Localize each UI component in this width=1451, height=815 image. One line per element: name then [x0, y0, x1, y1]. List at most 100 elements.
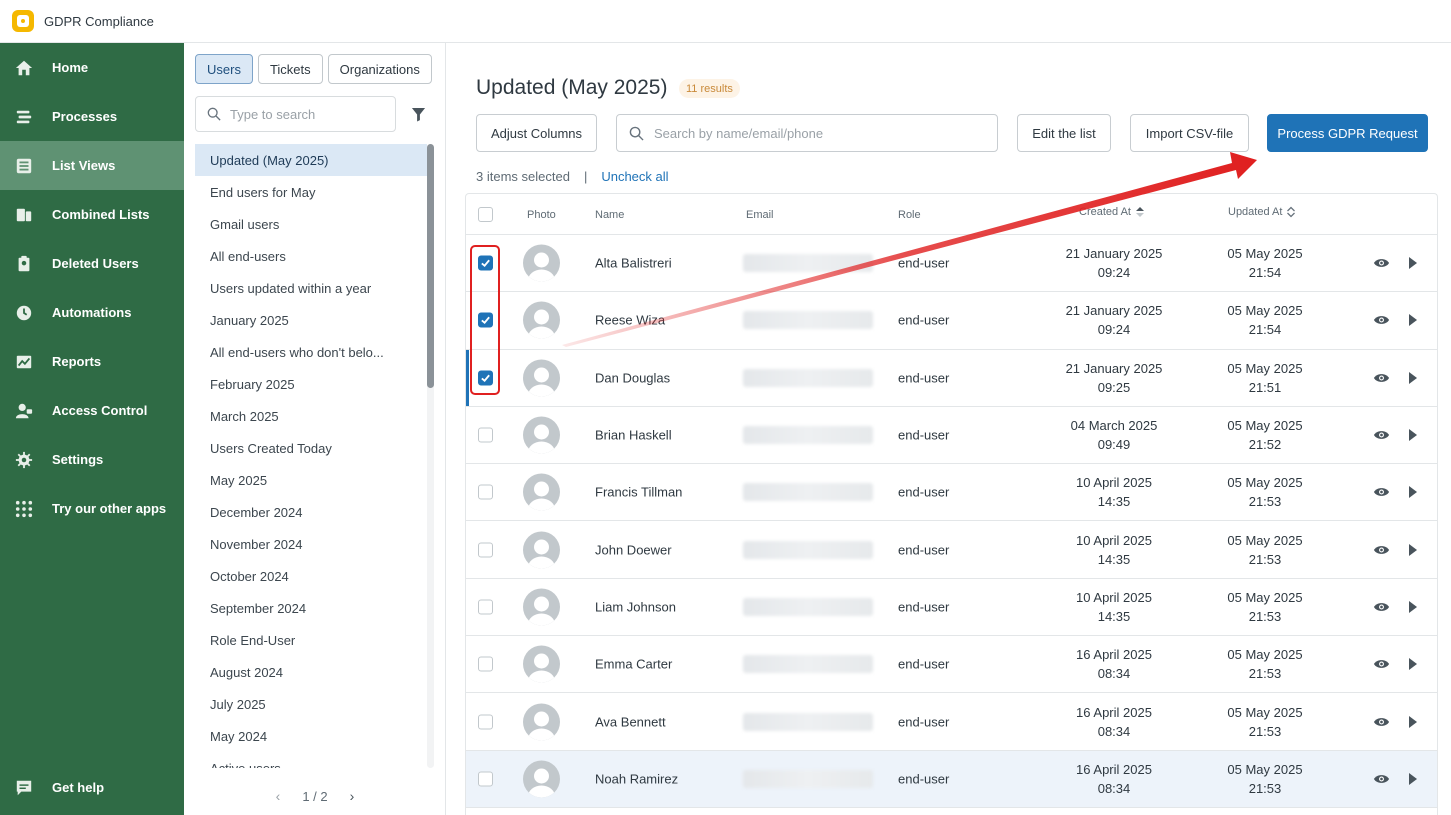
- list-item[interactable]: Gmail users: [195, 208, 427, 240]
- list-item[interactable]: August 2024: [195, 656, 427, 688]
- list-item[interactable]: End users for May: [195, 176, 427, 208]
- eye-icon[interactable]: [1373, 429, 1390, 441]
- next-page-icon[interactable]: ›: [350, 788, 355, 804]
- process-gdpr-request-button[interactable]: Process GDPR Request: [1267, 114, 1428, 152]
- table-row[interactable]: Dan Douglas end-user 21 January 2025 09:25 0…: [466, 349, 1437, 407]
- sidebar-item-automations[interactable]: Automations: [0, 288, 184, 337]
- table-row[interactable]: John Doewer end-user 10 April 2025 14:35 05 …: [466, 521, 1437, 579]
- expand-arrow-icon[interactable]: [1408, 313, 1418, 327]
- row-checkbox[interactable]: [478, 656, 493, 672]
- user-name[interactable]: Noah Ramirez: [595, 771, 678, 786]
- table-row[interactable]: Emma Carter end-user 16 April 2025 08:34 05 …: [466, 636, 1437, 694]
- eye-icon[interactable]: [1373, 658, 1390, 670]
- list-item[interactable]: November 2024: [195, 528, 427, 560]
- uncheck-all-link[interactable]: Uncheck all: [601, 169, 668, 184]
- list-item[interactable]: March 2025: [195, 400, 427, 432]
- column-updated-at[interactable]: Updated At: [1228, 206, 1296, 218]
- tab-tickets[interactable]: Tickets: [257, 54, 323, 84]
- user-name[interactable]: Alta Balistreri: [595, 256, 672, 271]
- row-checkbox[interactable]: [478, 484, 493, 500]
- user-name[interactable]: Reese Wiza: [595, 313, 665, 328]
- get-help-button[interactable]: Get help: [0, 763, 184, 812]
- sidebar-item-settings[interactable]: Settings: [0, 435, 184, 484]
- list-scrollbar[interactable]: [427, 144, 434, 768]
- row-checkbox[interactable]: [478, 427, 493, 443]
- user-name[interactable]: Brian Haskell: [595, 428, 672, 443]
- list-item[interactable]: January 2025: [195, 304, 427, 336]
- list-item[interactable]: May 2024: [195, 720, 427, 752]
- sidebar-item-combined-lists[interactable]: Combined Lists: [0, 190, 184, 239]
- list-item[interactable]: Active users: [195, 752, 427, 769]
- sidebar-item-label: Settings: [52, 452, 104, 467]
- column-name[interactable]: Name: [595, 209, 624, 221]
- user-name[interactable]: Ava Bennett: [595, 714, 666, 729]
- table-row[interactable]: Ava Bennett end-user 16 April 2025 08:34 05 …: [466, 693, 1437, 751]
- expand-arrow-icon[interactable]: [1408, 371, 1418, 385]
- tab-users[interactable]: Users: [195, 54, 253, 84]
- list-search-input[interactable]: [230, 106, 390, 122]
- eye-icon[interactable]: [1373, 716, 1390, 728]
- list-item[interactable]: July 2025: [195, 688, 427, 720]
- table-row[interactable]: Reese Wiza end-user 21 January 2025 09:24 05…: [466, 292, 1437, 350]
- table-row[interactable]: Brian Haskell end-user 04 March 2025 09:49 0…: [466, 407, 1437, 465]
- sidebar-item-other-apps[interactable]: Try our other apps: [0, 484, 184, 533]
- list-item[interactable]: September 2024: [195, 592, 427, 624]
- expand-arrow-icon[interactable]: [1408, 600, 1418, 614]
- expand-arrow-icon[interactable]: [1408, 485, 1418, 499]
- user-name[interactable]: Dan Douglas: [595, 370, 670, 385]
- expand-arrow-icon[interactable]: [1408, 256, 1418, 270]
- main-search-input[interactable]: [654, 125, 984, 141]
- sidebar-item-deleted-users[interactable]: Deleted Users: [0, 239, 184, 288]
- sidebar-item-home[interactable]: Home: [0, 43, 184, 92]
- prev-page-icon[interactable]: ‹: [276, 788, 281, 804]
- table-row[interactable]: Liam Johnson end-user 10 April 2025 14:35 05…: [466, 579, 1437, 637]
- column-role[interactable]: Role: [898, 209, 921, 221]
- eye-icon[interactable]: [1373, 257, 1390, 269]
- sidebar-item-list-views[interactable]: List Views: [0, 141, 184, 190]
- row-checkbox[interactable]: [478, 542, 493, 558]
- eye-icon[interactable]: [1373, 486, 1390, 498]
- scrollbar-thumb[interactable]: [427, 144, 434, 388]
- sidebar-item-access-control[interactable]: Access Control: [0, 386, 184, 435]
- column-email[interactable]: Email: [746, 209, 774, 221]
- row-checkbox[interactable]: [478, 714, 493, 730]
- adjust-columns-button[interactable]: Adjust Columns: [476, 114, 597, 152]
- list-item[interactable]: All end-users who don't belo...: [195, 336, 427, 368]
- expand-arrow-icon[interactable]: [1408, 428, 1418, 442]
- tab-organizations[interactable]: Organizations: [327, 54, 432, 84]
- edit-list-button[interactable]: Edit the list: [1017, 114, 1111, 152]
- eye-icon[interactable]: [1373, 314, 1390, 326]
- eye-icon[interactable]: [1373, 544, 1390, 556]
- list-item[interactable]: Role End-User: [195, 624, 427, 656]
- expand-arrow-icon[interactable]: [1408, 715, 1418, 729]
- select-all-checkbox[interactable]: [478, 207, 493, 222]
- list-item[interactable]: October 2024: [195, 560, 427, 592]
- user-name[interactable]: Emma Carter: [595, 657, 672, 672]
- eye-icon[interactable]: [1373, 372, 1390, 384]
- list-item[interactable]: Updated (May 2025): [195, 144, 427, 176]
- list-item[interactable]: All end-users: [195, 240, 427, 272]
- row-checkbox[interactable]: [478, 599, 493, 615]
- sidebar-item-reports[interactable]: Reports: [0, 337, 184, 386]
- import-csv-button[interactable]: Import CSV-file: [1130, 114, 1249, 152]
- table-row[interactable]: Noah Ramirez end-user 16 April 2025 08:34 05…: [466, 750, 1437, 808]
- list-item[interactable]: Users Created Today: [195, 432, 427, 464]
- table-row[interactable]: Francis Tillman end-user 10 April 2025 14:3…: [466, 464, 1437, 522]
- list-item[interactable]: February 2025: [195, 368, 427, 400]
- sidebar-item-processes[interactable]: Processes: [0, 92, 184, 141]
- eye-icon[interactable]: [1373, 601, 1390, 613]
- list-item[interactable]: Users updated within a year: [195, 272, 427, 304]
- expand-arrow-icon[interactable]: [1408, 772, 1418, 786]
- list-item[interactable]: December 2024: [195, 496, 427, 528]
- list-item[interactable]: May 2025: [195, 464, 427, 496]
- row-checkbox[interactable]: [478, 771, 493, 787]
- user-name[interactable]: Liam Johnson: [595, 599, 676, 614]
- filter-icon[interactable]: [411, 107, 426, 122]
- expand-arrow-icon[interactable]: [1408, 657, 1418, 671]
- eye-icon[interactable]: [1373, 773, 1390, 785]
- user-name[interactable]: Francis Tillman: [595, 485, 682, 500]
- table-row[interactable]: Alta Balistreri end-user 21 January 2025 09…: [466, 235, 1437, 293]
- user-name[interactable]: John Doewer: [595, 542, 672, 557]
- expand-arrow-icon[interactable]: [1408, 543, 1418, 557]
- column-created-at[interactable]: Created At: [1079, 206, 1145, 218]
